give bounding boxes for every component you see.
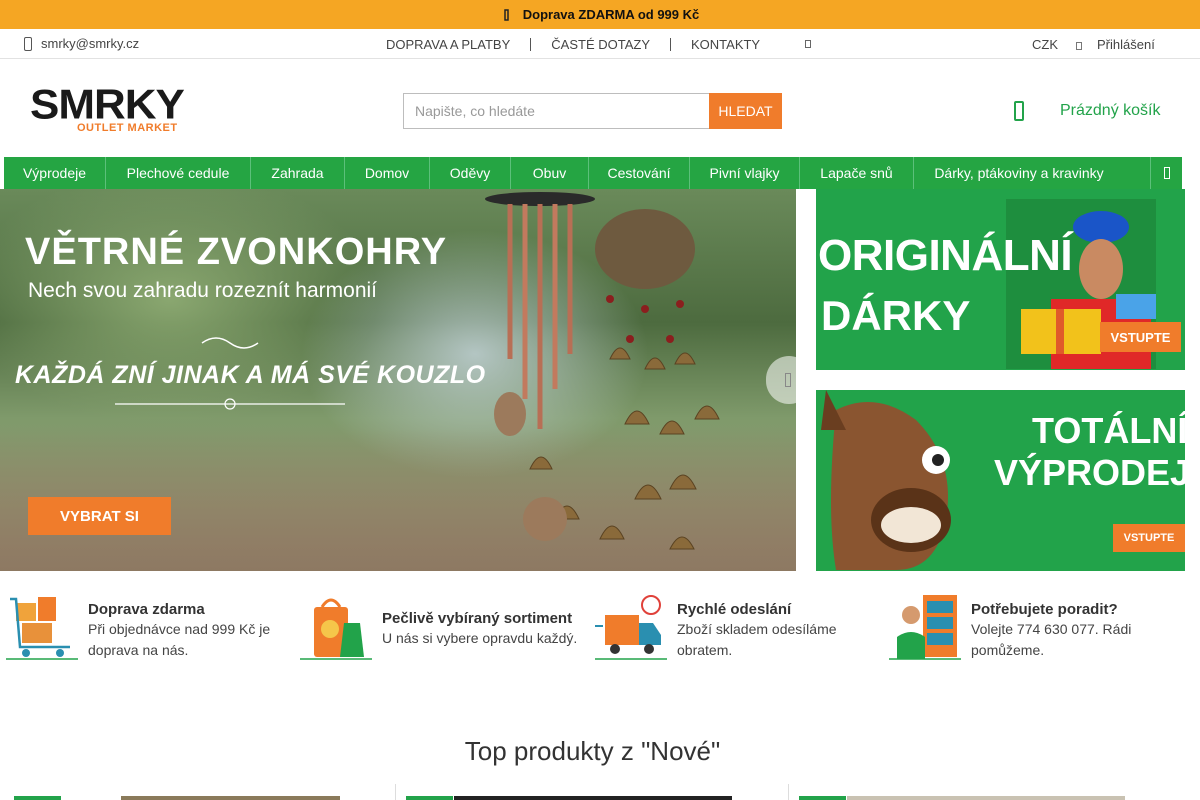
delivery-truck-icon [595,595,667,660]
benefit-desc: Zboží skladem odesíláme [677,621,837,637]
search-form: HLEDAT [403,93,782,129]
utility-bar: smrky@smrky.cz DOPRAVA A PLATBY ČASTÉ DO… [0,29,1200,59]
cart-label: Prázdný košík [1060,102,1161,119]
truck-icon [504,8,509,21]
link-faq[interactable]: ČASTÉ DOTAZY [551,37,650,52]
nav-item-plechove-cedule[interactable]: Plechové cedule [106,157,251,189]
link-shipping[interactable]: DOPRAVA A PLATBY [386,37,510,52]
banner-original-gifts[interactable]: ORIGINÁLNÍ DÁRKY VSTUPTE [816,189,1185,370]
banner-line2: VÝPRODEJ [994,452,1185,493]
benefit-assortment: Pečlivě vybíraný sortiment U nás si vybe… [300,593,577,665]
search-button[interactable]: HLEDAT [709,93,782,129]
cart[interactable]: Prázdný košík [1014,101,1160,121]
product-image [121,796,340,800]
banner-line1: TOTÁLNÍ [1032,410,1185,451]
benefit-desc: pomůžeme. [971,642,1045,658]
banner-line1: ORIGINÁLNÍ [818,231,1073,280]
benefit-title: Doprava zdarma [88,601,205,618]
benefit-desc: obratem. [677,642,733,658]
benefit-help: Potřebujete poradit? Volejte 774 630 077… [889,593,1131,665]
divider [395,784,396,800]
email-contact[interactable]: smrky@smrky.cz [24,36,139,51]
chevron-down-icon [1075,41,1082,50]
benefit-desc: doprava na nás. [88,642,189,658]
banner-total-sale[interactable]: TOTÁLNÍ VÝPRODEJ VSTUPTE [816,390,1185,571]
nav-item-cestovani[interactable]: Cestování [589,157,690,189]
product-image [454,796,732,800]
ornament-icon [115,398,345,410]
hero-cta-button[interactable]: VYBRAT SI [28,497,171,535]
promo-bar: Doprava ZDARMA od 999 Kč [0,0,1200,29]
nav-item-obuv[interactable]: Obuv [511,157,589,189]
chevron-right-icon [785,373,791,387]
hero-tagline: KAŽDÁ ZNÍ JINAK A MÁ SVÉ KOUZLO [15,361,486,389]
banner-line2: DÁRKY [821,292,971,339]
product-badge [14,796,61,800]
product-card[interactable] [406,784,776,800]
benefit-free-shipping: Doprava zdarma Při objednávce nad 999 Kč… [6,593,270,665]
currency-label: CZK [1032,37,1058,52]
benefit-title: Pečlivě vybíraný sortiment [382,610,573,627]
benefit-desc: Volejte 774 630 077. Rádi [971,621,1132,637]
product-badge [406,796,453,800]
menu-icon [1163,167,1170,179]
nav-item-domov[interactable]: Domov [345,157,430,189]
horse-image [816,390,1016,571]
hero-title: VĚTRNÉ ZVONKOHRY [25,231,448,273]
nav-item-darky[interactable]: Dárky, ptákoviny a kravinky [914,157,1124,189]
section-title: Top produkty z "Nové" [464,736,721,766]
banner-enter-button[interactable]: VSTUPTE [1113,524,1185,552]
ornament-icon [201,337,259,349]
utility-links: DOPRAVA A PLATBY ČASTÉ DOTAZY KONTAKTY [386,37,760,52]
divider [788,784,789,800]
search-input[interactable] [403,93,709,129]
wind-chime-image [485,192,720,550]
hero-subtitle: Nech svou zahradu rozeznít harmonií [28,279,378,302]
product-card[interactable] [14,784,384,800]
banner-enter-button[interactable]: VSTUPTE [1100,322,1181,352]
benefit-desc: Při objednávce nad 999 Kč je [88,621,271,637]
phone-icon [24,36,32,51]
promo-text: Doprava ZDARMA od 999 Kč [522,7,700,22]
nav-item-lapace-snu[interactable]: Lapače snů [800,157,914,189]
login-link[interactable]: Přihlášení [1097,37,1155,52]
product-card[interactable] [799,784,1169,800]
link-contacts[interactable]: KONTAKTY [691,37,760,52]
nav-item-zahrada[interactable]: Zahrada [251,157,345,189]
nav-item-pivni-vlajky[interactable]: Pivní vlajky [690,157,800,189]
divider [530,38,532,51]
shopping-bag-icon [300,598,372,660]
divider [670,38,671,51]
logo-main: SMRKY [30,81,185,128]
email-text: smrky@smrky.cz [41,36,140,51]
benefit-desc: U nás si vybere opravdu každý. [382,630,578,646]
nav-more-button[interactable] [1150,157,1182,189]
product-badge [799,796,846,800]
hero-slide[interactable]: VĚTRNÉ ZVONKOHRY Nech svou zahradu rozez… [0,189,796,571]
site-logo[interactable]: SMRKY OUTLET MARKET [30,81,185,134]
slider-next-button[interactable] [766,356,812,404]
benefit-title: Potřebujete poradit? [971,601,1118,618]
cart-with-boxes-icon [6,597,78,660]
support-person-icon [889,595,961,660]
more-links-icon[interactable] [805,40,811,48]
benefit-fast-dispatch: Rychlé odeslání Zboží skladem odesíláme … [595,593,837,665]
nav-item-odevy[interactable]: Oděvy [430,157,511,189]
cart-icon [1014,101,1024,121]
currency-selector[interactable]: CZK [1032,37,1082,52]
nav-item-vyprodeje[interactable]: Výprodeje [4,157,106,189]
benefit-title: Rychlé odeslání [677,601,792,618]
product-image [847,796,1125,800]
main-navigation: Výprodeje Plechové cedule Zahrada Domov … [4,157,1182,189]
